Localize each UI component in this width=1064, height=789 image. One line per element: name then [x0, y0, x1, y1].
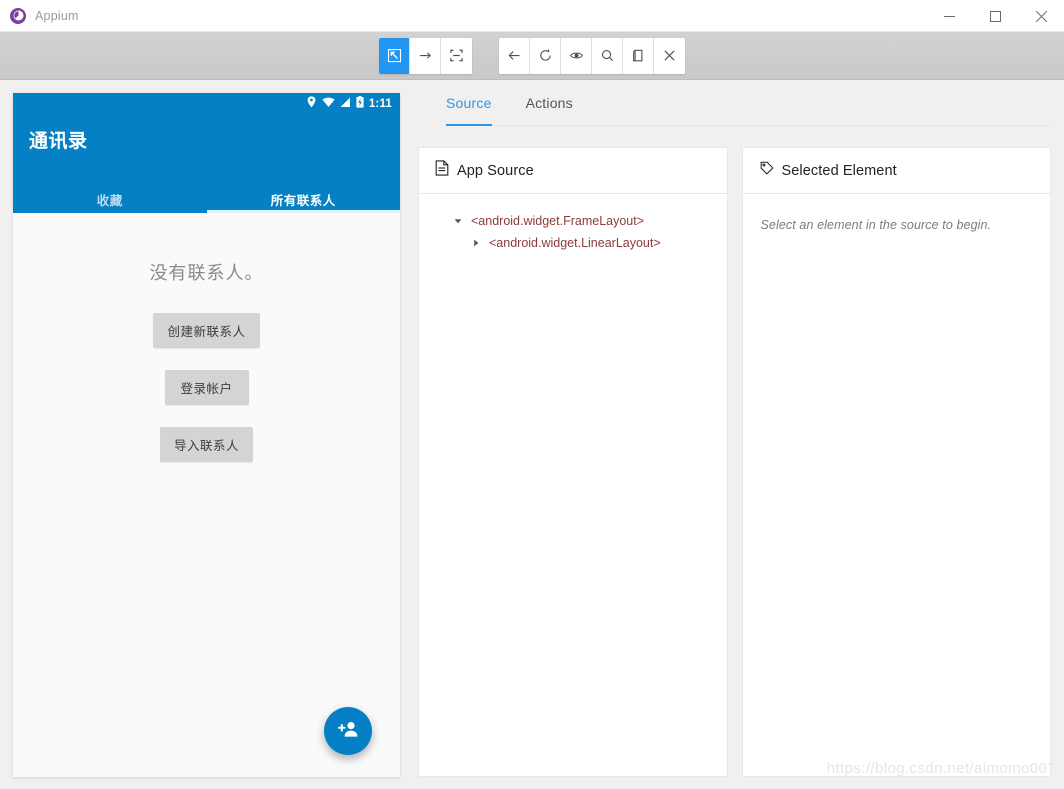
window-controls	[926, 0, 1064, 32]
empty-state-actions: 创建新联系人 登录帐户 导入联系人	[13, 313, 400, 462]
caret-down-icon[interactable]	[453, 216, 463, 226]
location-pin-icon	[306, 95, 317, 113]
device-screen[interactable]: 1:11 通讯录 收藏 所有联系人 没有联系人。 创建新联系人 登录帐户 导入联…	[13, 93, 400, 777]
interaction-mode-group	[379, 37, 472, 74]
device-app-bar-title: 通讯录	[29, 131, 88, 152]
tree-node-framelayout[interactable]: <android.widget.FrameLayout>	[429, 210, 717, 232]
search-button[interactable]	[592, 37, 623, 74]
title-bar-left: Appium	[0, 7, 79, 24]
app-source-title: App Source	[457, 162, 534, 179]
tab-actions[interactable]: Actions	[526, 80, 573, 126]
tree-node-label: <android.widget.LinearLayout>	[489, 236, 661, 250]
close-button[interactable]	[1018, 0, 1064, 32]
inspector-pane: Source Actions App Source <android.widge…	[400, 80, 1064, 789]
selected-element-placeholder: Select an element in the source to begin…	[760, 218, 992, 232]
create-contact-button[interactable]: 创建新联系人	[153, 313, 260, 348]
app-source-tree[interactable]: <android.widget.FrameLayout> <android.wi…	[419, 194, 727, 776]
app-source-card: App Source <android.widget.FrameLayout> …	[418, 147, 728, 777]
appium-logo-icon	[10, 7, 26, 24]
tree-node-label: <android.widget.FrameLayout>	[471, 214, 645, 228]
selected-element-card: Selected Element Select an element in th…	[741, 147, 1051, 777]
session-actions-group	[499, 37, 685, 74]
eye-icon-button[interactable]	[561, 37, 592, 74]
maximize-button[interactable]	[972, 0, 1018, 32]
device-status-bar: 1:11	[13, 93, 400, 115]
device-screen-wrapper: 1:11 通讯录 收藏 所有联系人 没有联系人。 创建新联系人 登录帐户 导入联…	[0, 80, 400, 789]
tap-button[interactable]	[441, 37, 472, 74]
tab-source[interactable]: Source	[446, 80, 492, 126]
main-content: 1:11 通讯录 收藏 所有联系人 没有联系人。 创建新联系人 登录帐户 导入联…	[0, 80, 1064, 789]
inspector-toolbar	[0, 32, 1064, 80]
wifi-icon	[322, 95, 335, 113]
sign-in-account-button[interactable]: 登录帐户	[164, 370, 249, 405]
selected-element-body: Select an element in the source to begin…	[743, 194, 1051, 776]
title-bar: Appium	[0, 0, 1064, 32]
device-content: 没有联系人。 创建新联系人 登录帐户 导入联系人	[13, 213, 400, 777]
copy-button[interactable]	[623, 37, 654, 74]
status-bar-time: 1:11	[368, 98, 392, 110]
inspector-panels: App Source <android.widget.FrameLayout> …	[418, 126, 1051, 777]
add-contact-fab[interactable]	[324, 707, 372, 755]
document-icon	[435, 160, 449, 181]
caret-right-icon[interactable]	[471, 238, 481, 248]
device-tabs: 收藏 所有联系人	[13, 190, 400, 213]
select-element-button[interactable]	[379, 37, 410, 74]
tag-icon	[759, 161, 774, 181]
selected-element-header: Selected Element	[742, 148, 1050, 194]
empty-state-message: 没有联系人。	[149, 263, 264, 283]
window-title: Appium	[35, 8, 79, 23]
battery-charging-icon	[356, 95, 364, 113]
import-contacts-button[interactable]: 导入联系人	[159, 427, 253, 462]
back-button[interactable]	[499, 37, 530, 74]
add-person-icon	[337, 719, 359, 744]
swipe-button[interactable]	[410, 37, 441, 74]
signal-icon	[340, 95, 351, 113]
minimize-button[interactable]	[926, 0, 972, 32]
tree-node-linearlayout[interactable]: <android.widget.LinearLayout>	[429, 232, 717, 254]
device-tab-favorites[interactable]: 收藏	[13, 190, 207, 213]
selected-element-title: Selected Element	[781, 162, 897, 179]
device-app-bar: 通讯录	[13, 115, 400, 190]
refresh-button[interactable]	[530, 37, 561, 74]
quit-session-button[interactable]	[654, 37, 685, 74]
inspector-tabs: Source Actions	[418, 80, 1051, 126]
app-source-header: App Source	[419, 148, 727, 194]
